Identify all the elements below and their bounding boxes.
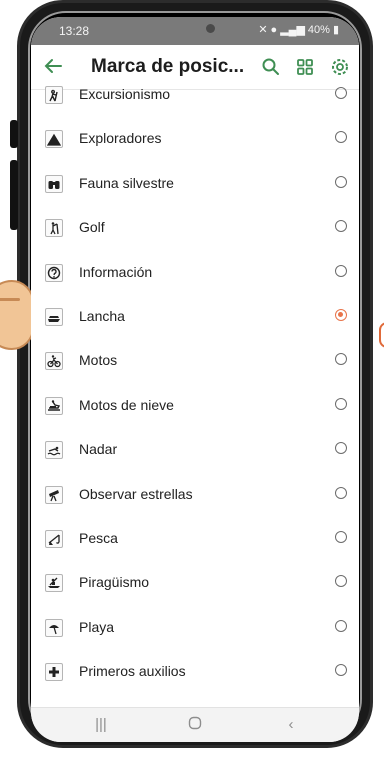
radio-button[interactable] — [335, 531, 347, 543]
radio-button[interactable] — [335, 398, 347, 410]
list-item-label: Motos de nieve — [79, 397, 174, 413]
recents-icon[interactable]: ||| — [89, 716, 113, 734]
list-item-label: Observar estrellas — [79, 486, 193, 502]
list-item[interactable]: Motos — [31, 339, 359, 383]
signal-icon: ▂▄▆ — [280, 24, 305, 36]
motorbike-icon — [45, 352, 63, 370]
list-item[interactable]: Primeros auxilios — [31, 650, 359, 694]
list-item[interactable]: Playa — [31, 606, 359, 650]
list-item[interactable]: Exploradores — [31, 117, 359, 161]
question-icon — [45, 264, 63, 282]
battery-level: 40% — [307, 23, 330, 36]
fishing-icon — [45, 530, 63, 548]
swimmer-icon — [45, 441, 63, 459]
radio-button[interactable] — [335, 620, 347, 632]
list-item[interactable]: Golf — [31, 206, 359, 250]
touch-indicator — [379, 322, 384, 348]
list-item[interactable]: Lancha — [31, 295, 359, 339]
radio-button[interactable] — [335, 575, 347, 587]
binoculars-icon — [45, 175, 63, 193]
list-item-label: Información — [79, 264, 153, 280]
radio-button[interactable] — [335, 176, 347, 188]
status-time: 13:28 — [59, 24, 90, 38]
location-icon: ● — [270, 23, 278, 36]
list-item-label: Pesca — [79, 530, 118, 546]
hiker-icon — [45, 86, 63, 104]
status-icons: ✕ ● ▂▄▆ 40% ▮ — [258, 23, 339, 37]
home-icon[interactable] — [183, 716, 207, 734]
list-item-label: Excursionismo — [79, 86, 171, 102]
boat-icon — [45, 308, 63, 326]
radio-button[interactable] — [335, 487, 347, 499]
list-item-label: Motos — [79, 352, 118, 368]
list-item-label: Fauna silvestre — [79, 175, 174, 191]
hand-illustration — [0, 280, 34, 350]
list-item-label: Exploradores — [79, 130, 162, 146]
list-item[interactable]: Pesca — [31, 517, 359, 561]
list-item[interactable]: Observar estrellas — [31, 473, 359, 517]
list-item[interactable]: Motos de nieve — [31, 384, 359, 428]
phone-screen: 13:28 ✕ ● ▂▄▆ 40% ▮ Marca de posic... Ex… — [31, 17, 359, 742]
radio-button[interactable] — [335, 353, 347, 365]
nav-back-icon[interactable]: ‹ — [279, 716, 303, 734]
volume-button — [10, 120, 18, 148]
umbrella-icon — [45, 619, 63, 637]
tent-icon — [45, 130, 63, 148]
radio-button[interactable] — [335, 442, 347, 454]
list-item-label: Golf — [79, 219, 105, 235]
list-item[interactable]: Piragüismo — [31, 561, 359, 605]
telescope-icon — [45, 486, 63, 504]
navigation-bar: ||| ‹ — [31, 707, 359, 742]
kayak-icon — [45, 574, 63, 592]
list-item-label: Nadar — [79, 441, 118, 457]
list-item[interactable]: Fauna silvestre — [31, 162, 359, 206]
list-item-label: Playa — [79, 619, 115, 635]
snowmobile-icon — [45, 397, 63, 415]
list-item-label: Lancha — [79, 308, 125, 324]
list-item-label: Primeros auxilios — [79, 663, 186, 679]
radio-button[interactable] — [335, 664, 347, 676]
first-aid-icon — [45, 663, 63, 681]
list-item[interactable]: Nadar — [31, 428, 359, 472]
list-item[interactable]: Información — [31, 251, 359, 295]
radio-button[interactable] — [335, 265, 347, 277]
battery-icon: ▮ — [332, 24, 339, 36]
radio-button[interactable] — [335, 220, 347, 232]
front-camera — [206, 24, 215, 33]
list-item[interactable]: Excursionismo — [31, 73, 359, 117]
status-bar: 13:28 ✕ ● ▂▄▆ 40% ▮ — [31, 17, 359, 45]
mute-icon: ✕ — [258, 24, 268, 36]
golfer-icon — [45, 219, 63, 237]
list-item-label: Piragüismo — [79, 574, 150, 590]
radio-selected[interactable] — [335, 309, 347, 321]
power-button — [10, 160, 18, 230]
radio-button[interactable] — [335, 87, 347, 99]
radio-button[interactable] — [335, 131, 347, 143]
